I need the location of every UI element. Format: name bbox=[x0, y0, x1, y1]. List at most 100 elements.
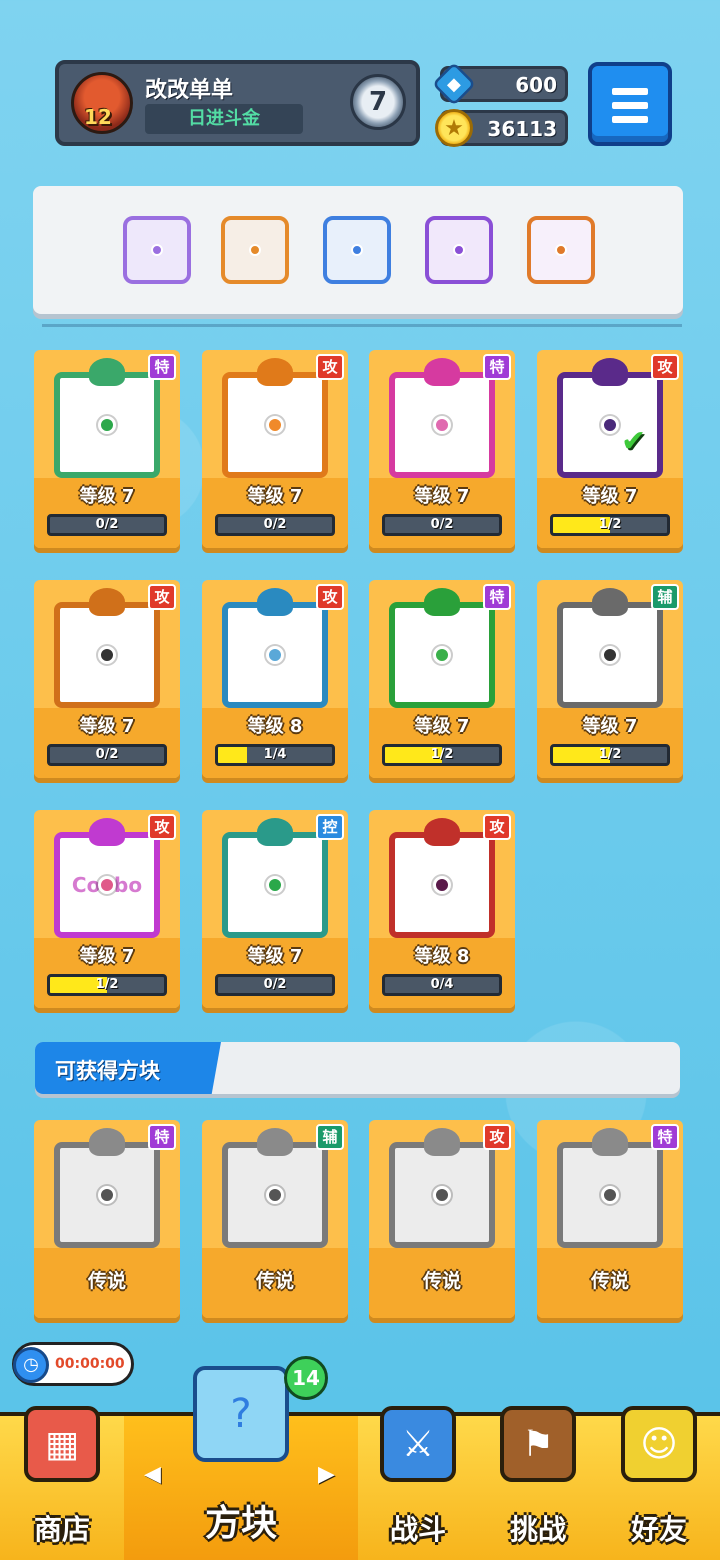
block-card[interactable]: 特等级 7 1/2 bbox=[369, 580, 515, 778]
block-type-tag: 攻 bbox=[316, 584, 344, 610]
block-core-icon bbox=[98, 646, 116, 664]
block-card[interactable]: 特等级 7 0/2 bbox=[369, 350, 515, 548]
nav-tab-shop[interactable]: ▦ 商店 bbox=[0, 1406, 124, 1560]
nav-next-arrow-icon[interactable]: ▶ bbox=[318, 1462, 335, 1487]
upgrade-progress-bar: 1/2 bbox=[550, 744, 670, 766]
block-frame bbox=[54, 1142, 160, 1248]
player-avatar[interactable]: 12 bbox=[71, 72, 133, 134]
upgrade-progress-bar: 1/2 bbox=[550, 514, 670, 536]
rank-badge[interactable]: 7 bbox=[350, 74, 406, 130]
block-core-icon bbox=[266, 416, 284, 434]
upgrade-progress-bar: 0/2 bbox=[382, 514, 502, 536]
dragon-crest-icon bbox=[89, 358, 125, 386]
nav-tab-battle[interactable]: ⚔ 战斗 bbox=[358, 1406, 478, 1560]
upgrade-progress-bar: 1/2 bbox=[47, 974, 167, 996]
block-core-icon bbox=[266, 876, 284, 894]
block-card[interactable]: 攻等级 8 1/4 bbox=[202, 580, 348, 778]
block-core-icon bbox=[601, 646, 619, 664]
block-core-icon bbox=[433, 416, 451, 434]
block-card[interactable]: 攻等级 8 0/4 bbox=[369, 810, 515, 1008]
block-card[interactable]: 辅等级 7 1/2 bbox=[537, 580, 683, 778]
dragon-crest-icon bbox=[257, 588, 293, 616]
block-type-tag: 攻 bbox=[483, 814, 511, 840]
obtainable-block-card[interactable]: 特传说 bbox=[537, 1120, 683, 1318]
block-core-icon bbox=[601, 416, 619, 434]
block-core-icon bbox=[266, 1186, 284, 1204]
gem-counter[interactable]: ◆ 600 bbox=[431, 61, 568, 107]
progress-text: 1/2 bbox=[430, 747, 454, 762]
progress-text: 1/2 bbox=[598, 517, 622, 532]
hamburger-menu-icon-bar bbox=[612, 102, 648, 109]
deck-slot-blue-snowflake-block[interactable] bbox=[323, 216, 391, 284]
player-title: 日进斗金 bbox=[145, 104, 303, 134]
block-level: 等级 7 bbox=[247, 486, 303, 507]
block-type-tag: 攻 bbox=[651, 354, 679, 380]
block-core-icon bbox=[351, 244, 363, 256]
block-card[interactable]: 攻等级 7 0/2 bbox=[34, 580, 180, 778]
block-type-tag: 攻 bbox=[148, 584, 176, 610]
player-profile-panel[interactable]: 12 改改单单 日进斗金 7 bbox=[55, 60, 420, 146]
dragon-crest-icon bbox=[89, 1128, 125, 1156]
challenge-icon: ⚑ bbox=[500, 1406, 576, 1482]
block-frame bbox=[389, 832, 495, 938]
block-type-tag: 特 bbox=[651, 1124, 679, 1150]
block-core-icon bbox=[151, 244, 163, 256]
dragon-crest-icon bbox=[89, 588, 125, 616]
block-type-tag: 辅 bbox=[316, 1124, 344, 1150]
block-level: 等级 7 bbox=[247, 946, 303, 967]
coin-counter[interactable]: ★ 36113 bbox=[435, 109, 568, 147]
divider bbox=[42, 324, 682, 327]
gem-icon: ◆ bbox=[431, 61, 477, 107]
block-type-tag: 攻 bbox=[148, 814, 176, 840]
block-card[interactable]: 控等级 7 0/2 bbox=[202, 810, 348, 1008]
block-frame bbox=[389, 372, 495, 478]
block-card[interactable]: 攻等级 7 0/2 bbox=[202, 350, 348, 548]
block-card[interactable]: 攻 ✔ 等级 7 1/2 bbox=[537, 350, 683, 548]
progress-text: 1/2 bbox=[95, 977, 119, 992]
obtainable-block-card[interactable]: 攻传说 bbox=[369, 1120, 515, 1318]
block-level: 等级 7 bbox=[79, 486, 135, 507]
block-level: 等级 7 bbox=[79, 946, 135, 967]
block-card[interactable]: 特等级 7 0/2 bbox=[34, 350, 180, 548]
block-level: 等级 8 bbox=[247, 716, 303, 737]
timer-bubble[interactable]: ◷ 00:00:00 bbox=[12, 1342, 134, 1386]
block-rarity: 传说 bbox=[87, 1270, 126, 1292]
dragon-crest-icon bbox=[424, 818, 460, 846]
deck-slot-orange-dot-block[interactable] bbox=[221, 216, 289, 284]
timer-text: 00:00:00 bbox=[55, 1356, 125, 1372]
nav-prev-arrow-icon[interactable]: ◀ bbox=[144, 1462, 161, 1487]
deck-slot-purple-shatter-block[interactable] bbox=[123, 216, 191, 284]
menu-button[interactable] bbox=[588, 62, 672, 146]
block-type-tag: 控 bbox=[316, 814, 344, 840]
dragon-crest-icon bbox=[592, 1128, 628, 1156]
progress-text: 0/2 bbox=[263, 517, 287, 532]
block-card[interactable]: Coobo攻等级 7 1/2 bbox=[34, 810, 180, 1008]
gem-amount: 600 bbox=[515, 73, 557, 97]
block-type-tag: 特 bbox=[148, 1124, 176, 1150]
block-core-icon bbox=[433, 1186, 451, 1204]
block-rarity: 传说 bbox=[590, 1270, 629, 1292]
deck-slot-purple-rune-block[interactable] bbox=[425, 216, 493, 284]
block-rarity: 传说 bbox=[422, 1270, 461, 1292]
cube-count-badge: 14 bbox=[284, 1356, 328, 1400]
obtainable-block-card[interactable]: 特传说 bbox=[34, 1120, 180, 1318]
block-frame bbox=[222, 1142, 328, 1248]
battle-icon: ⚔ bbox=[380, 1406, 456, 1482]
upgrade-progress-bar: 0/2 bbox=[215, 974, 335, 996]
coin-icon: ★ bbox=[435, 109, 473, 147]
dragon-crest-icon bbox=[592, 358, 628, 386]
nav-tab-challenge[interactable]: ⚑ 挑战 bbox=[478, 1406, 598, 1560]
nav-tab-cube[interactable]: ? 方块 bbox=[124, 1366, 358, 1560]
nav-tab-label: 商店 bbox=[33, 1513, 90, 1546]
equipped-deck-panel bbox=[33, 186, 683, 314]
nav-tab-label: 战斗 bbox=[389, 1513, 446, 1546]
deck-slot-rainbow-infinity-block[interactable] bbox=[527, 216, 595, 284]
obtainable-block-card[interactable]: 辅传说 bbox=[202, 1120, 348, 1318]
block-level: 等级 7 bbox=[414, 486, 470, 507]
block-frame: Coobo bbox=[54, 832, 160, 938]
nav-tab-friends[interactable]: ☺ 好友 bbox=[598, 1406, 720, 1560]
progress-text: 1/4 bbox=[263, 747, 287, 762]
block-type-tag: 特 bbox=[483, 584, 511, 610]
upgrade-progress-bar: 1/2 bbox=[382, 744, 502, 766]
block-frame bbox=[222, 372, 328, 478]
